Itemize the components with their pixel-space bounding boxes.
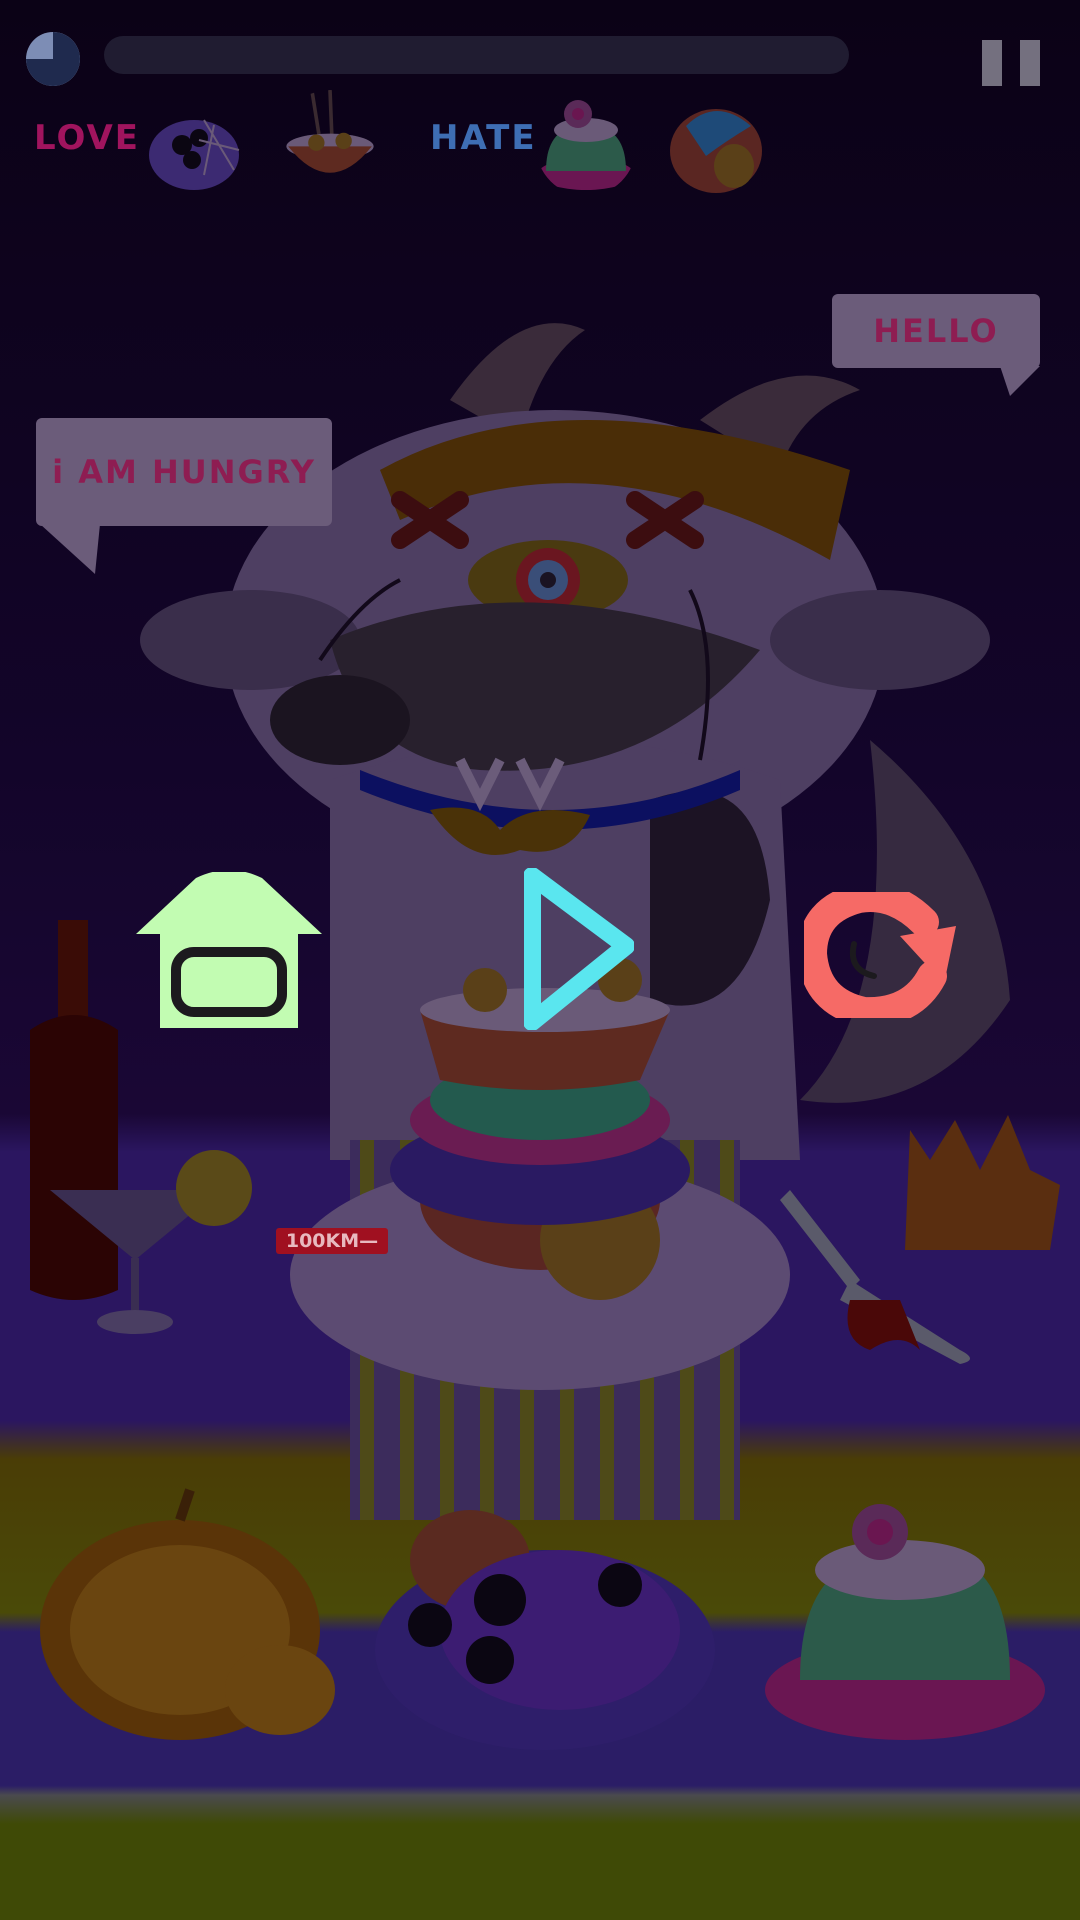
progress-bar	[104, 36, 849, 74]
noodle-bowl-icon	[286, 90, 374, 173]
home-icon	[136, 870, 322, 1028]
pause-button[interactable]	[982, 40, 1040, 86]
speech-bubble-tail	[40, 524, 100, 574]
eyeball-cake-icon	[538, 100, 634, 190]
pause-icon	[982, 40, 1002, 86]
replay-button[interactable]	[796, 882, 956, 1028]
timer-dial	[26, 32, 80, 86]
speech-hello-text: HELLO	[873, 312, 999, 350]
game-stage: LOVE HATE HELLO i AM HUNGRY 100KM—	[0, 0, 1080, 1920]
speech-bubble-hungry: i AM HUNGRY	[36, 418, 332, 526]
love-label: LOVE	[34, 118, 140, 158]
play-icon	[523, 867, 635, 1031]
distance-badge: 100KM—	[276, 1228, 388, 1254]
replay-icon	[796, 882, 956, 1028]
speech-bubble-tail	[1000, 366, 1040, 396]
hate-label: HATE	[430, 118, 537, 158]
bloody-heart-icon	[670, 109, 762, 193]
timer-remaining-arc	[26, 32, 80, 86]
home-button[interactable]	[136, 870, 322, 1028]
spider-web-dessert-icon	[149, 119, 240, 190]
play-button[interactable]	[523, 867, 635, 1031]
speech-bubble-hello: HELLO	[832, 294, 1040, 368]
speech-hungry-text: i AM HUNGRY	[52, 453, 316, 491]
